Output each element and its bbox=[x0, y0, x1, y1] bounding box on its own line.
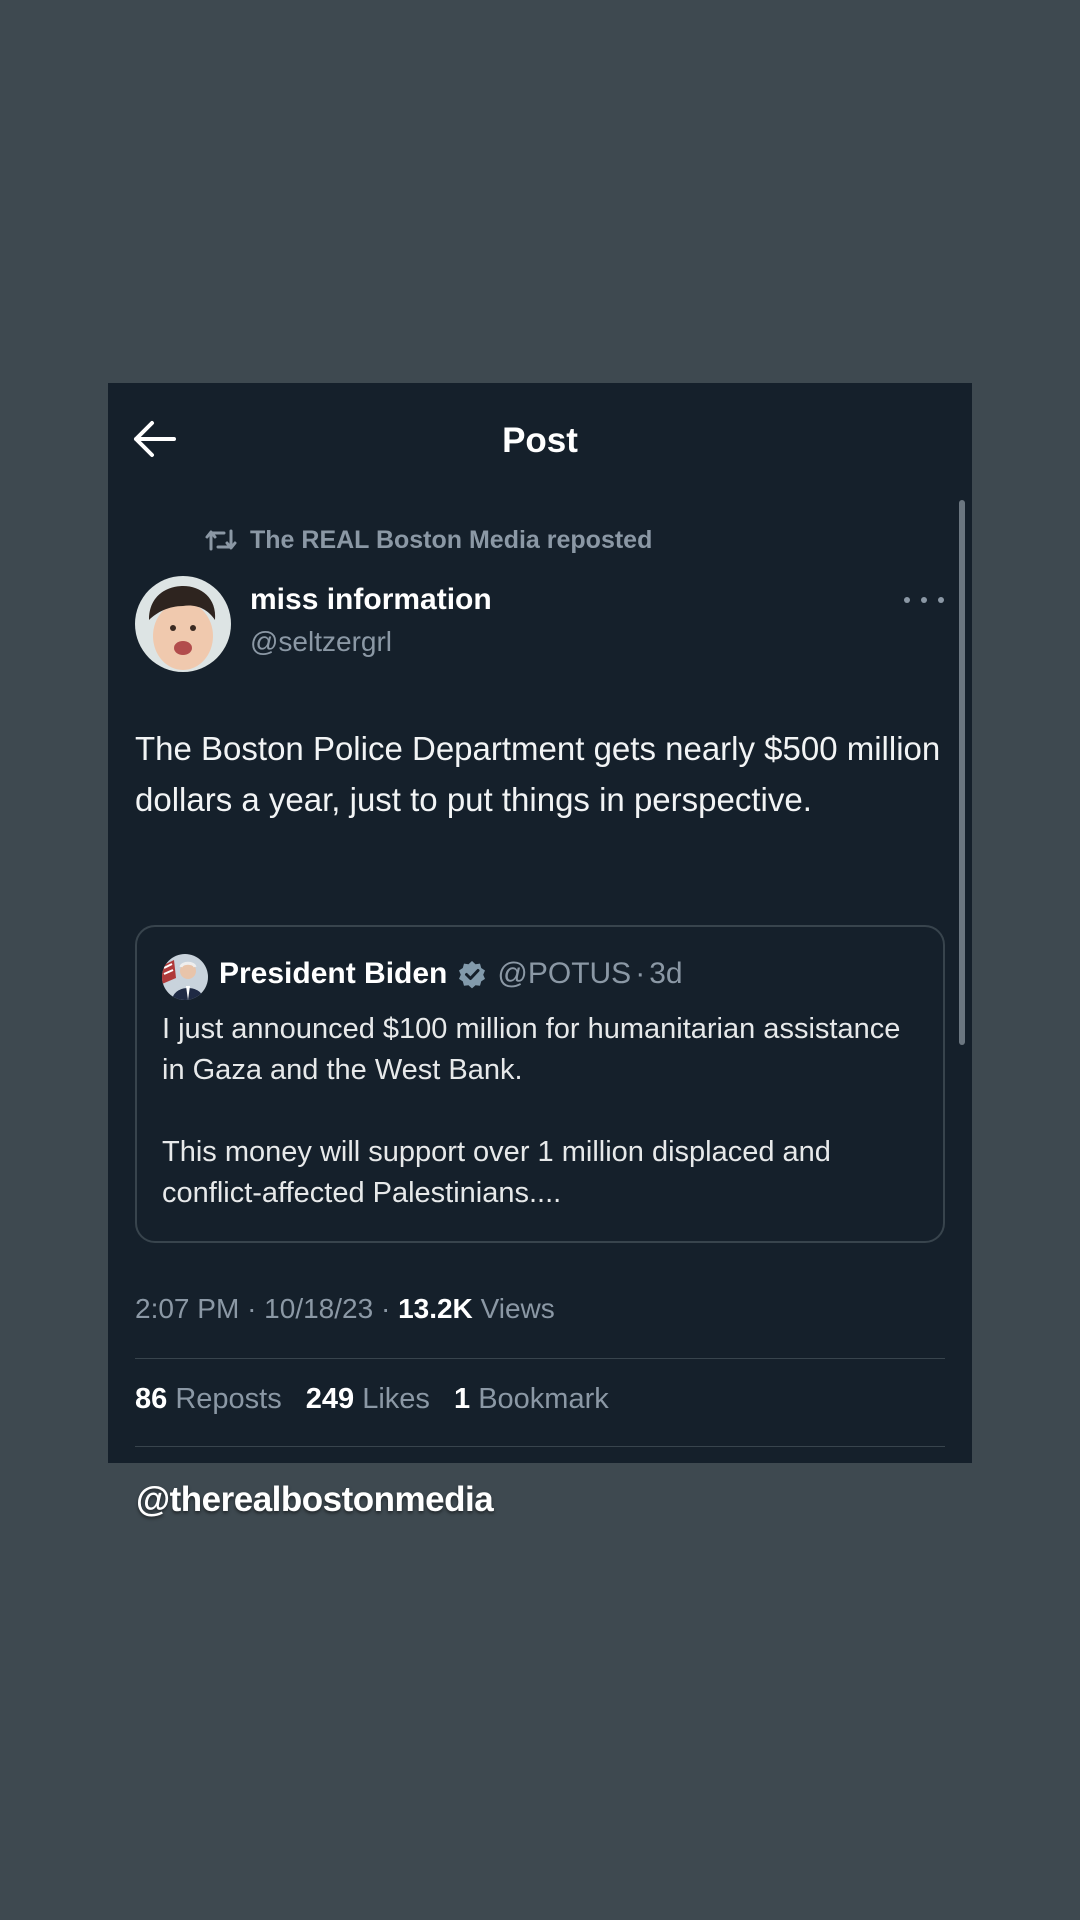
author-handle: @seltzergrl bbox=[250, 626, 393, 657]
quote-text: I just announced $100 million for humani… bbox=[162, 1009, 922, 1214]
engagement-stats: 86 Reposts 249 Likes 1 Bookmark bbox=[135, 1383, 609, 1416]
separator-dot: · bbox=[247, 1293, 265, 1324]
views-count: 13.2K bbox=[398, 1293, 473, 1324]
top-navigation-bar: Post bbox=[108, 383, 972, 493]
reposts-stat[interactable]: 86 Reposts bbox=[135, 1383, 282, 1415]
reposts-count: 86 bbox=[135, 1383, 168, 1415]
more-icon-dot bbox=[938, 597, 944, 603]
quote-author-handle: @POTUS bbox=[497, 957, 632, 990]
divider bbox=[135, 1358, 945, 1359]
post-text: The Boston Police Department gets nearly… bbox=[135, 730, 941, 818]
repost-indicator[interactable]: The REAL Boston Media reposted bbox=[204, 522, 652, 558]
more-options-button[interactable] bbox=[904, 588, 944, 612]
post-screenshot-card: Post The REAL Boston Media reposted miss… bbox=[108, 383, 972, 1463]
reposts-label: Reposts bbox=[175, 1383, 282, 1415]
likes-label: Likes bbox=[362, 1383, 430, 1415]
bookmarks-count: 1 bbox=[454, 1383, 471, 1415]
watermark-text: @therealbostonmedia bbox=[136, 1480, 494, 1519]
page-title: Post bbox=[502, 421, 578, 460]
baby-avatar-image bbox=[135, 576, 231, 672]
quote-header: President Biden @POTUS · 3d bbox=[219, 957, 683, 991]
author-avatar[interactable] bbox=[135, 576, 231, 672]
separator-dot: · bbox=[635, 957, 646, 990]
divider bbox=[135, 1446, 945, 1447]
post-time[interactable]: 2:07 PM bbox=[135, 1293, 239, 1324]
repost-icon bbox=[205, 529, 237, 551]
more-icon-dot bbox=[904, 597, 910, 603]
views-label: Views bbox=[480, 1293, 555, 1324]
more-icon-dot bbox=[921, 597, 927, 603]
post-date[interactable]: 10/18/23 bbox=[264, 1293, 373, 1324]
likes-stat[interactable]: 249 Likes bbox=[306, 1383, 430, 1415]
verified-badge-icon bbox=[457, 959, 487, 989]
separator-dot: · bbox=[380, 1293, 399, 1324]
author-name[interactable]: miss information bbox=[250, 583, 492, 617]
repost-label: The REAL Boston Media reposted bbox=[250, 525, 653, 554]
quote-timestamp: 3d bbox=[649, 957, 683, 990]
quote-author-avatar bbox=[162, 954, 208, 1000]
bookmarks-stat[interactable]: 1 Bookmark bbox=[454, 1383, 609, 1415]
quote-paragraph: I just announced $100 million for humani… bbox=[162, 1013, 901, 1086]
scrollbar[interactable] bbox=[959, 500, 965, 1045]
bookmarks-label: Bookmark bbox=[478, 1383, 609, 1415]
quote-paragraph: This money will support over 1 million d… bbox=[162, 1136, 831, 1209]
quote-author-name: President Biden bbox=[219, 957, 448, 990]
post-metadata: 2:07 PM · 10/18/23 · 13.2K Views bbox=[135, 1293, 555, 1325]
portrait-avatar-image bbox=[162, 954, 208, 1000]
likes-count: 249 bbox=[305, 1383, 355, 1415]
quoted-post[interactable]: President Biden @POTUS · 3d I just annou… bbox=[135, 925, 945, 1243]
